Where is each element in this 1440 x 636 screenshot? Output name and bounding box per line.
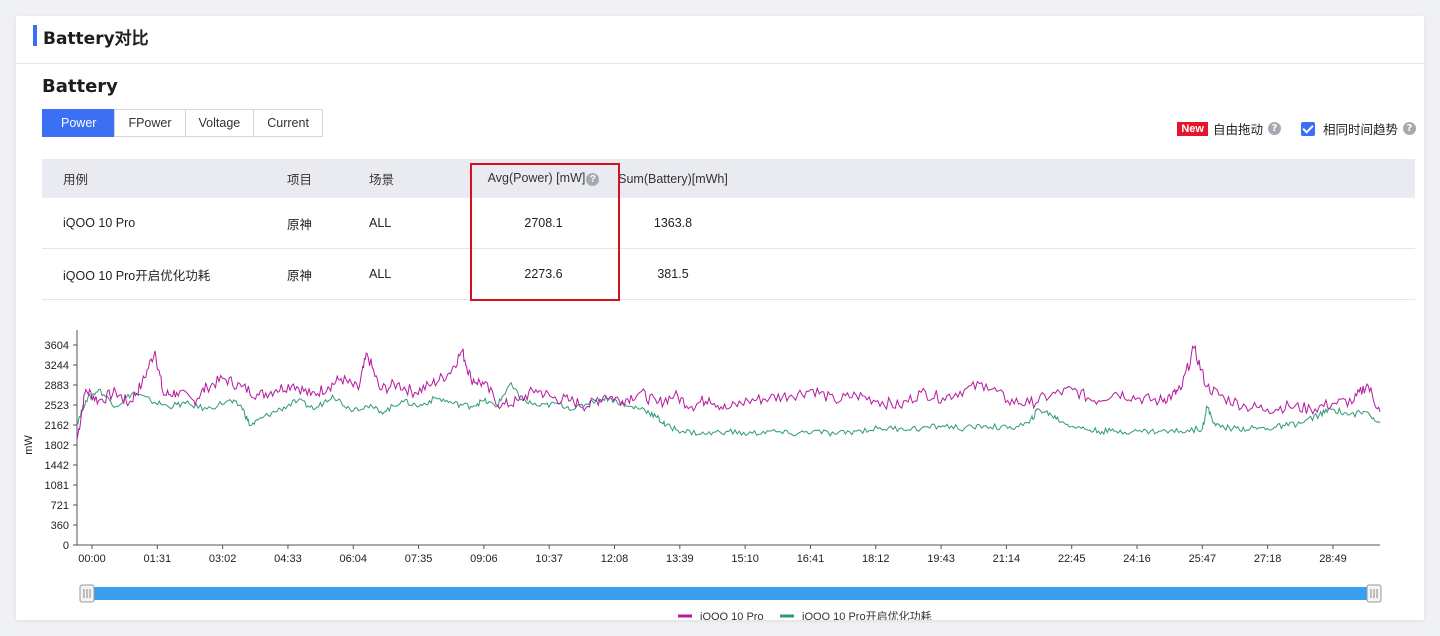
col-header-project: 项目 <box>287 159 369 198</box>
x-tick-label: 21:14 <box>993 553 1021 565</box>
y-tick-label: 2162 <box>45 420 69 432</box>
x-tick-label: 15:10 <box>731 553 759 565</box>
x-tick-label: 00:00 <box>78 553 106 565</box>
x-tick-label: 06:04 <box>339 553 367 565</box>
same-time-trend-label[interactable]: 相同时间趋势 <box>1323 119 1398 138</box>
y-tick-label: 1802 <box>45 440 69 452</box>
section-title: Battery <box>42 76 118 97</box>
col-header-case: 用例 <box>42 159 287 198</box>
col-header-sum-battery: Sum(Battery)[mWh] <box>613 159 733 198</box>
x-tick-label: 13:39 <box>666 553 694 565</box>
table-row: iQOO 10 Pro开启优化功耗 原神 ALL 2273.6 381.5 <box>42 248 1415 300</box>
free-drag-help-icon[interactable]: ? <box>1267 122 1281 135</box>
comparison-table: 用例 项目 场景 Avg(Power) [mW]? Sum(Battery)[m… <box>42 159 1415 300</box>
new-badge: New <box>1177 121 1208 136</box>
x-tick-label: 25:47 <box>1189 553 1217 565</box>
card-header: Battery对比 <box>16 16 1424 64</box>
series-lines <box>76 344 1381 440</box>
tab-voltage[interactable]: Voltage <box>184 109 255 137</box>
y-axis-label: mW <box>23 435 35 455</box>
series-line-iqoo10pro <box>76 344 1381 440</box>
y-tick-label: 721 <box>51 500 69 512</box>
cell-avg-power: 2708.1 <box>474 198 613 249</box>
x-tick-label: 03:02 <box>209 553 237 565</box>
slider-track <box>80 587 1378 600</box>
free-drag-label[interactable]: 自由拖动 <box>1213 119 1263 138</box>
x-tick-label: 16:41 <box>797 553 825 565</box>
cell-project: 原神 <box>287 248 369 300</box>
cell-scene: ALL <box>369 248 474 300</box>
y-tick-label: 3604 <box>45 340 69 352</box>
x-tick-label: 27:18 <box>1254 553 1282 565</box>
cell-project: 原神 <box>287 198 369 249</box>
chart-options: New 自由拖动 ? 相同时间趋势 ? <box>1177 119 1416 138</box>
legend: iQOO 10 Pro iQOO 10 Pro开启优化功耗 <box>678 609 932 620</box>
battery-comparison-card: Battery对比 Battery Power FPower Voltage C… <box>16 16 1424 620</box>
x-tick-label: 10:37 <box>535 553 563 565</box>
y-axis: 0 360 721 1081 1442 1802 2162 2523 2883 3244 3604 m… <box>23 330 78 552</box>
x-tick-label: 24:16 <box>1123 553 1151 565</box>
header-accent-bar <box>33 25 37 46</box>
x-axis: 00:00 01:31 03:02 04:33 06:04 07:35 09:06 10:37… <box>77 544 1380 565</box>
tab-current[interactable]: Current <box>253 109 323 137</box>
y-tick-label: 2523 <box>45 400 69 412</box>
cell-case: iQOO 10 Pro开启优化功耗 <box>42 248 287 300</box>
x-tick-label: 28:49 <box>1319 553 1347 565</box>
table-header-row: 用例 项目 场景 Avg(Power) [mW]? Sum(Battery)[m… <box>42 159 1415 198</box>
same-time-trend-help-icon[interactable]: ? <box>1403 122 1416 135</box>
col-header-avg-power: Avg(Power) [mW]? <box>474 159 613 198</box>
page-title: Battery对比 <box>43 29 149 49</box>
cell-sum-battery: 381.5 <box>613 248 733 300</box>
metric-tabs: Power FPower Voltage Current <box>42 109 323 137</box>
avg-power-help-icon[interactable]: ? <box>586 173 600 186</box>
col-header-scene: 场景 <box>369 159 474 198</box>
x-tick-label: 01:31 <box>144 553 172 565</box>
same-time-trend-checkbox[interactable] <box>1300 121 1315 136</box>
series-line-iqoo10pro-optimized <box>76 381 1381 437</box>
x-tick-label: 22:45 <box>1058 553 1086 565</box>
cell-sum-battery: 1363.8 <box>613 198 733 249</box>
cell-avg-power: 2273.6 <box>474 248 613 300</box>
y-tick-label: 1081 <box>45 480 69 492</box>
power-line-chart: 0 360 721 1081 1442 1802 2162 2523 2883 3244 3604 m… <box>23 330 1382 620</box>
table-row: iQOO 10 Pro 原神 ALL 2708.1 1363.8 <box>42 198 1415 249</box>
tab-power[interactable]: Power <box>42 109 116 137</box>
x-tick-label: 04:33 <box>274 553 302 565</box>
zoom-slider[interactable] <box>79 584 1382 603</box>
x-tick-label: 07:35 <box>405 553 433 565</box>
cell-case: iQOO 10 Pro <box>42 198 287 249</box>
x-tick-label: 12:08 <box>601 553 629 565</box>
x-tick-label: 18:12 <box>862 553 890 565</box>
y-tick-label: 360 <box>51 520 69 532</box>
x-tick-label: 19:43 <box>927 553 955 565</box>
legend-label-iqoo10pro-optimized: iQOO 10 Pro开启优化功耗 <box>802 609 932 620</box>
legend-label-iqoo10pro: iQOO 10 Pro <box>700 611 764 620</box>
y-tick-label: 1442 <box>45 460 69 472</box>
y-tick-label: 3244 <box>45 360 69 372</box>
cell-scene: ALL <box>369 198 474 249</box>
y-tick-label: 0 <box>63 540 69 552</box>
y-tick-label: 2883 <box>45 380 69 392</box>
x-tick-label: 09:06 <box>470 553 498 565</box>
tab-fpower[interactable]: FPower <box>114 109 186 137</box>
